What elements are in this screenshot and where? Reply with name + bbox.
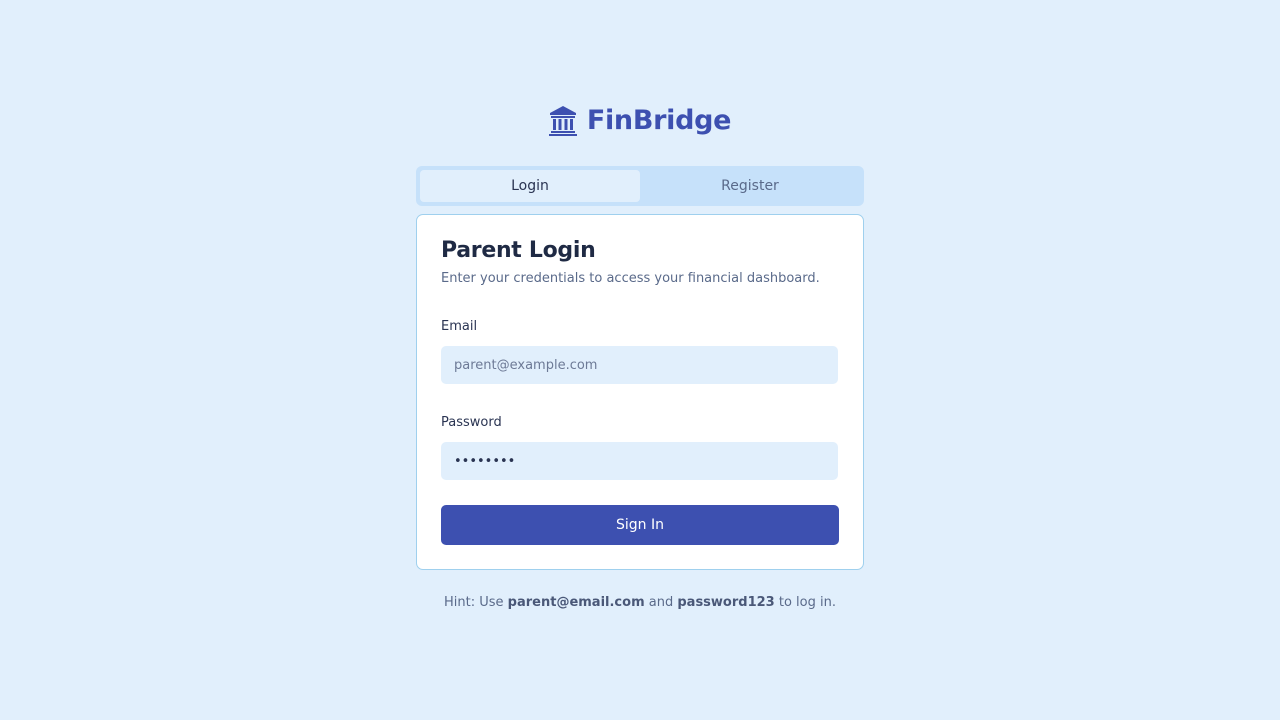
password-field[interactable] bbox=[441, 442, 838, 480]
hint-password: password123 bbox=[677, 595, 775, 610]
card-subtitle: Enter your credentials to access your fi… bbox=[441, 271, 820, 286]
bank-icon bbox=[548, 106, 577, 136]
login-hint: Hint: Use parent@email.com and password1… bbox=[0, 595, 1280, 610]
hint-suffix: to log in. bbox=[774, 595, 836, 610]
password-label: Password bbox=[441, 415, 502, 430]
hint-prefix: Hint: Use bbox=[444, 595, 508, 610]
hint-email: parent@email.com bbox=[507, 595, 645, 610]
login-card: Parent Login Enter your credentials to a… bbox=[416, 214, 864, 570]
email-label: Email bbox=[441, 319, 478, 334]
login-page: FinBridge Login Register Parent Login En… bbox=[0, 0, 1280, 720]
tab-register[interactable]: Register bbox=[640, 170, 860, 202]
tab-login[interactable]: Login bbox=[420, 170, 640, 202]
brand-header: FinBridge bbox=[0, 104, 1280, 136]
email-field[interactable] bbox=[441, 346, 838, 384]
auth-tabs: Login Register bbox=[416, 166, 864, 206]
card-title: Parent Login bbox=[441, 238, 596, 263]
brand-name: FinBridge bbox=[586, 104, 732, 136]
hint-middle: and bbox=[644, 595, 678, 610]
sign-in-button[interactable]: Sign In bbox=[441, 505, 839, 545]
